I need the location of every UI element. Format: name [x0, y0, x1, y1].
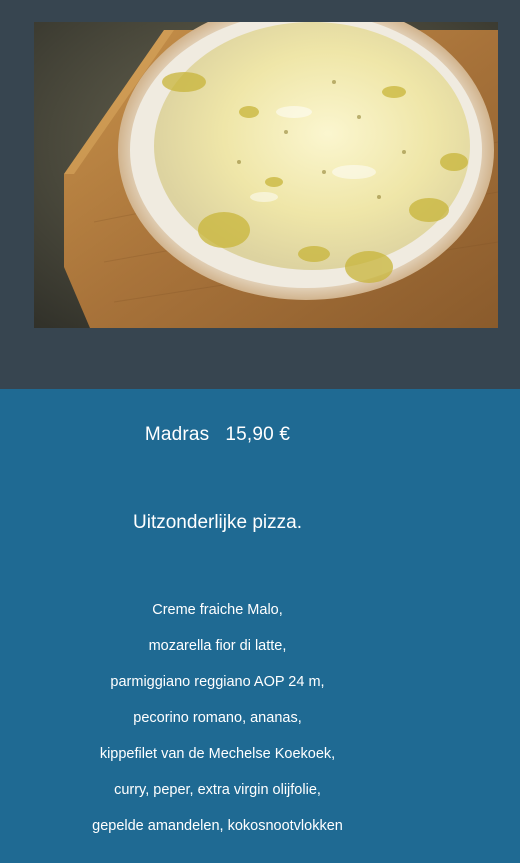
product-price: 15,90 € — [225, 424, 291, 445]
ingredient-line: curry, peper, extra virgin olijfolie, — [114, 782, 321, 798]
ingredient-list: Creme fraiche Malo, mozarella fior di la… — [0, 600, 435, 852]
ingredient-line: parmiggiano reggiano AOP 24 m, — [110, 674, 325, 690]
ingredient-line: kippefilet van de Mechelse Koekoek, — [99, 746, 336, 762]
product-name: Madras — [144, 424, 210, 445]
image-section — [0, 0, 520, 389]
pizza-photo[interactable] — [34, 22, 498, 328]
product-info: Madras 15,90 € Uitzonderlijke pizza. Crem… — [0, 389, 520, 863]
ingredient-line: Creme fraiche Malo, — [152, 602, 283, 618]
product-title-row: Madras 15,90 € — [0, 423, 435, 447]
ingredient-line: mozarella fior di latte, — [148, 638, 287, 654]
ingredient-line: pecorino romano, ananas, — [133, 710, 302, 726]
product-tagline: Uitzonderlijke pizza. — [133, 512, 302, 533]
ingredient-line: gepelde amandelen, kokosnootvlokken — [92, 818, 343, 834]
